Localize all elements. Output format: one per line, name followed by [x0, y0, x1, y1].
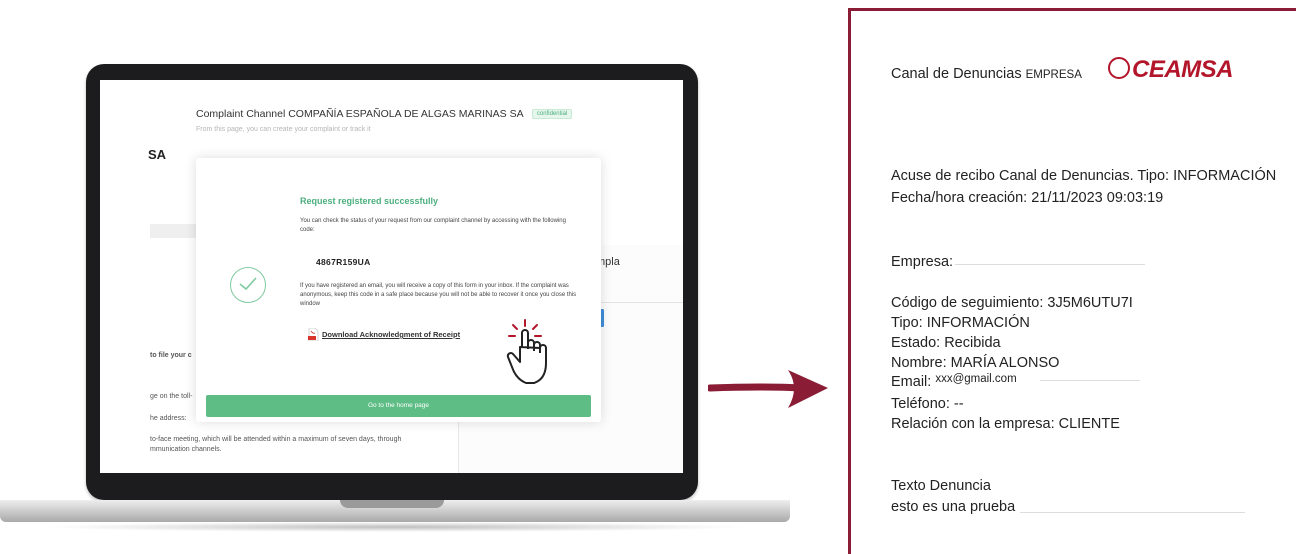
- right-panel-divider: [596, 302, 683, 303]
- company-label: EMPRESA: [1025, 69, 1082, 81]
- texto-value: esto es una prueba: [891, 499, 1016, 515]
- ceamsa-logo: CEAMSA: [1108, 56, 1234, 84]
- tracking-code: 4867R159UA: [316, 257, 371, 267]
- tipo-line: Tipo: INFORMACIÓN: [891, 315, 1030, 331]
- laptop-notch: [340, 500, 444, 508]
- estado-line: Estado: Recibida: [891, 335, 1001, 351]
- acknowledgment-document: [848, 8, 1296, 554]
- relacion-line: Relación con la empresa: CLIENTE: [891, 416, 1120, 432]
- company-logo: SA: [148, 147, 167, 162]
- modal-intro: You can check the status of your request…: [300, 218, 566, 233]
- laptop-shadow: [40, 522, 750, 532]
- background-text: mmunication channels.: [150, 446, 222, 453]
- confidential-badge: confidential: [531, 109, 573, 120]
- document-header: Canal de Denuncias EMPRESA: [891, 66, 1082, 82]
- background-text: to-face meeting, which will be attended …: [150, 436, 402, 443]
- page-subtitle: From this page, you can create your comp…: [196, 126, 371, 133]
- redacted-line: [1040, 380, 1140, 381]
- redacted-line: [955, 264, 1145, 265]
- telefono-line: Teléfono: --: [891, 396, 964, 412]
- go-home-button[interactable]: Go to the home page: [206, 395, 591, 417]
- empresa-line: Empresa:: [891, 254, 954, 270]
- page-title: Complaint Channel COMPAÑÍA ESPAÑOLA DE A…: [196, 108, 523, 120]
- ack-line: Acuse de recibo Canal de Denuncias. Tipo…: [891, 168, 1277, 184]
- background-text: to file your c: [150, 352, 192, 359]
- algae-logo-icon: [1108, 57, 1130, 79]
- check-circle-icon: [230, 267, 266, 303]
- modal-notice: If you have registered an email, you wil…: [300, 283, 577, 307]
- texto-label: Texto Denuncia: [891, 478, 991, 494]
- email-value: xxx@gmail.com: [935, 373, 1017, 385]
- page-header: Complaint Channel COMPAÑÍA ESPAÑOLA DE A…: [196, 108, 573, 120]
- email-line: Email: xxx@gmail.com: [891, 373, 1017, 390]
- channel-label: Canal de Denuncias: [891, 66, 1022, 82]
- pdf-icon: [308, 328, 319, 341]
- download-receipt-link[interactable]: Download Acknowledgment of Receipt: [322, 330, 460, 339]
- right-arrow-icon: [708, 370, 828, 408]
- background-text: he address:: [150, 415, 187, 422]
- nombre-line: Nombre: MARÍA ALONSO: [891, 355, 1060, 371]
- email-label: Email:: [891, 374, 932, 390]
- modal-title: Request registered successfully: [300, 196, 439, 206]
- redacted-line: [1020, 512, 1245, 513]
- laptop-screen: Complaint Channel COMPAÑÍA ESPAÑOLA DE A…: [100, 80, 683, 473]
- background-text: ge on the toll-: [150, 393, 193, 400]
- date-line: Fecha/hora creación: 21/11/2023 09:03:19: [891, 190, 1164, 206]
- tracking-line: Código de seguimiento: 3J5M6UTU7I: [891, 295, 1133, 311]
- pointer-hand-icon: [506, 319, 547, 384]
